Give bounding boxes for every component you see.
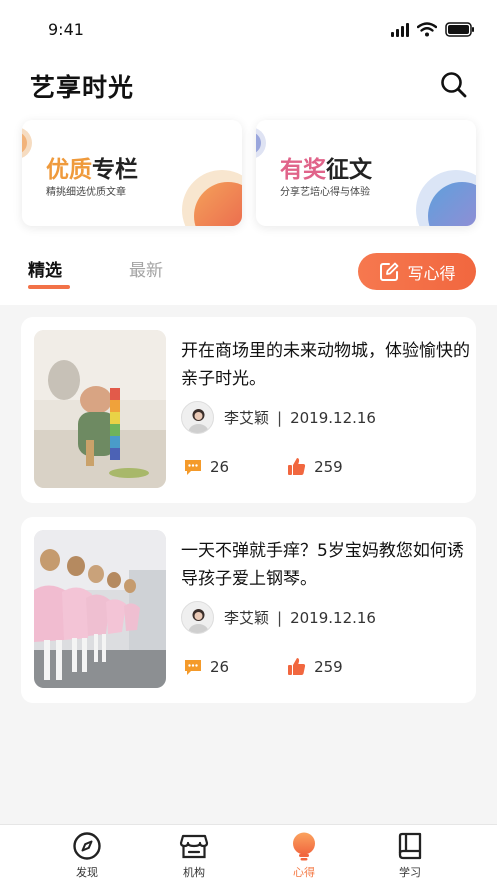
author-avatar	[181, 601, 214, 634]
tab-latest[interactable]: 最新	[129, 256, 163, 281]
feature-title-rest: 专栏	[92, 157, 138, 183]
article-title: 开在商场里的未来动物城，体验愉快的亲子时光。	[181, 341, 470, 389]
article-card[interactable]: 一天不弹就手痒？5岁宝妈教您如何诱导孩子爱上钢琴。 李艾颖 | 2019.12.…	[21, 517, 476, 703]
feature-subtitle: 精挑细选优质文章	[46, 187, 126, 198]
nav-label: 心得	[293, 866, 315, 879]
deco-circle-left	[22, 128, 32, 158]
nav-item-institution[interactable]: 机构	[164, 831, 224, 880]
deco-circle-right	[416, 170, 476, 226]
article-card[interactable]: 开在商场里的未来动物城，体验愉快的亲子时光。 李艾颖 | 2019.12.16 …	[21, 317, 476, 503]
article-stats: 26 259	[184, 657, 343, 676]
thumbs-up-icon	[288, 658, 306, 675]
article-thumbnail	[34, 530, 166, 688]
search-icon	[441, 72, 467, 98]
deco-circle-left	[256, 128, 266, 158]
feature-card-column[interactable]: 优质专栏 精挑细选优质文章	[22, 120, 242, 226]
author-name: 李艾颖	[224, 609, 270, 627]
nav-item-study[interactable]: 学习	[380, 831, 440, 880]
feature-card-contest[interactable]: 有奖征文 分享艺培心得与体验	[256, 120, 476, 226]
tab-indicator	[28, 285, 70, 289]
nav-label: 学习	[399, 866, 421, 879]
like-count: 259	[314, 457, 343, 476]
meta-separator: |	[277, 608, 283, 627]
comment-icon	[185, 459, 201, 475]
nav-label: 发现	[76, 866, 98, 879]
battery-icon	[445, 22, 474, 37]
thumbs-up-icon	[288, 458, 306, 475]
comment-stat[interactable]: 26	[184, 658, 229, 676]
article-thumbnail	[34, 330, 166, 488]
comment-count: 26	[210, 657, 230, 676]
article-meta: 李艾颖 | 2019.12.16	[181, 401, 376, 434]
comment-stat[interactable]: 26	[184, 458, 229, 476]
comment-icon	[185, 659, 201, 675]
like-stat[interactable]: 259	[287, 457, 343, 476]
feature-title-highlight: 有奖	[280, 157, 326, 183]
app-title: 艺享时光	[30, 73, 135, 102]
write-note-label: 写心得	[407, 263, 456, 283]
feature-subtitle: 分享艺培心得与体验	[280, 187, 370, 198]
meta-separator: |	[277, 408, 283, 427]
like-stat[interactable]: 259	[287, 657, 343, 676]
compass-icon	[73, 832, 101, 860]
article-date: 2019.12.16	[290, 408, 376, 427]
bulb-icon	[293, 832, 315, 861]
article-meta: 李艾颖 | 2019.12.16	[181, 601, 376, 634]
comment-count: 26	[210, 457, 230, 476]
search-button[interactable]	[439, 70, 469, 100]
article-title: 一天不弹就手痒？5岁宝妈教您如何诱导孩子爱上钢琴。	[181, 541, 464, 589]
article-date: 2019.12.16	[290, 608, 376, 627]
deco-circle-right	[182, 170, 242, 226]
feature-title: 优质专栏	[46, 150, 138, 184]
tab-featured[interactable]: 精选	[28, 256, 62, 281]
wifi-icon	[417, 22, 437, 37]
nav-label: 机构	[183, 866, 205, 879]
nav-item-notes[interactable]: 心得	[274, 831, 334, 880]
nav-item-discover[interactable]: 发现	[57, 831, 117, 880]
author-avatar	[181, 401, 214, 434]
like-count: 259	[314, 657, 343, 676]
signal-icon	[391, 22, 409, 37]
feature-title: 有奖征文	[280, 150, 372, 184]
feature-title-highlight: 优质	[46, 157, 92, 183]
status-time: 9:41	[48, 20, 84, 39]
bottom-nav: 发现 机构 心得 学习	[0, 824, 497, 883]
status-icons	[391, 22, 475, 37]
author-name: 李艾颖	[224, 409, 270, 427]
edit-icon	[380, 262, 399, 281]
book-icon	[398, 832, 422, 860]
article-stats: 26 259	[184, 457, 343, 476]
feature-title-rest: 征文	[326, 157, 372, 183]
write-note-button[interactable]: 写心得	[358, 253, 476, 290]
store-icon	[179, 834, 209, 859]
